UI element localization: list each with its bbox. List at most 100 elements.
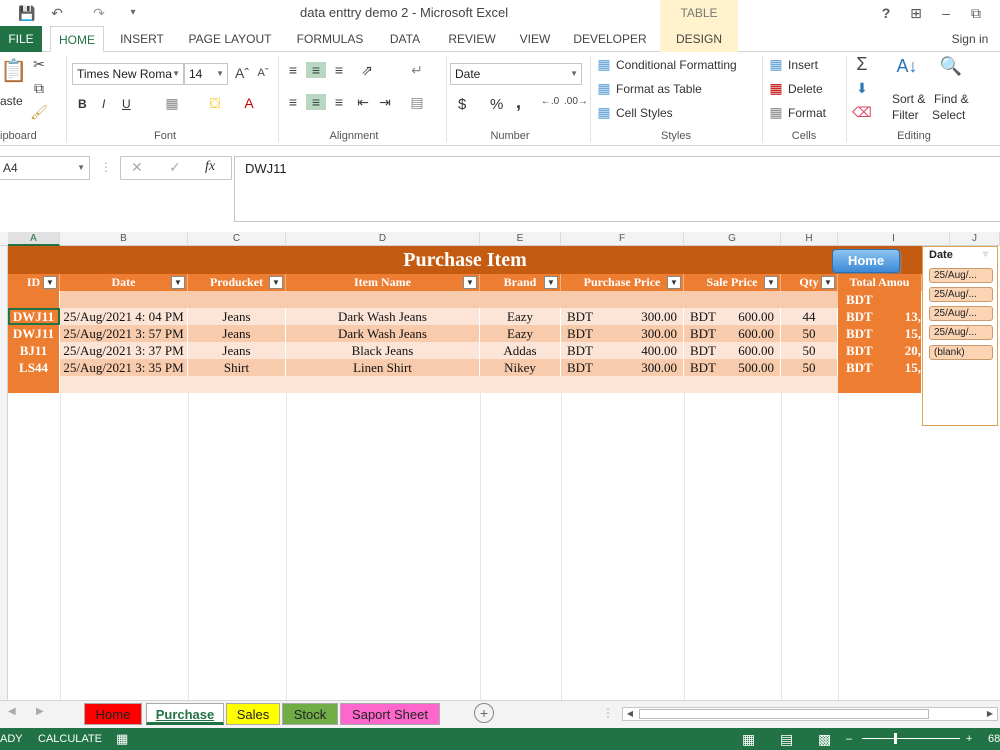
scroll-right-arrow-icon[interactable]: ▶ (983, 708, 997, 720)
cell-id[interactable]: DWJ11 (8, 308, 60, 325)
new-sheet-icon[interactable]: + (474, 703, 494, 723)
cell-qty[interactable]: 50 (781, 325, 838, 342)
slicer-item[interactable]: 25/Aug/... (929, 287, 993, 302)
filter-dropdown-icon[interactable]: ▼ (544, 276, 558, 289)
cell-total[interactable] (838, 376, 922, 393)
sheet-tab-purchase[interactable]: Purchase (146, 703, 224, 725)
zoom-slider[interactable] (862, 738, 960, 739)
number-format-combo[interactable]: Date ▼ (450, 63, 582, 85)
filter-dropdown-icon[interactable]: ▼ (269, 276, 283, 289)
format-cells-button[interactable]: Format (788, 106, 826, 120)
cell-brand[interactable]: Eazy (480, 308, 561, 325)
cell-date[interactable]: 25/Aug/2021 3: 37 PM (60, 342, 188, 359)
conditional-formatting-icon[interactable]: ▦ (596, 56, 612, 73)
cancel-icon[interactable]: ✕ (131, 159, 143, 176)
wrap-text-icon[interactable]: ↵ (408, 62, 426, 79)
column-header-d[interactable]: D (286, 232, 480, 246)
fill-color-icon[interactable]: ⛋ (206, 95, 224, 112)
filter-dropdown-icon[interactable]: ▼ (171, 276, 185, 289)
align-right-icon[interactable]: ≡ (330, 94, 348, 110)
clear-icon[interactable]: ⌫ (852, 104, 872, 121)
font-size-combo[interactable]: 14 ▼ (184, 63, 228, 85)
filter-dropdown-icon[interactable]: ▼ (667, 276, 681, 289)
table-row[interactable] (8, 376, 922, 393)
merge-center-icon[interactable]: ▤ (408, 94, 426, 111)
tab-review[interactable]: REVIEW (444, 26, 500, 52)
cell-id[interactable]: DWJ11 (8, 325, 60, 342)
slicer-item[interactable]: 25/Aug/... (929, 306, 993, 321)
cell-purchase-price[interactable]: BDT 400.00 (561, 342, 684, 359)
sheet-tab-home[interactable]: Home (84, 703, 142, 725)
tab-view[interactable]: VIEW (514, 26, 556, 52)
cell-total[interactable]: BDT 15, (838, 359, 922, 376)
table-row[interactable]: DWJ11 25/Aug/2021 4: 04 PM Jeans Dark Wa… (8, 308, 922, 325)
increase-decimal-icon[interactable]: ←.0 (540, 96, 560, 107)
format-as-table-button[interactable]: Format as Table (616, 82, 702, 96)
cell-brand[interactable]: Nikey (480, 359, 561, 376)
scroll-left-arrow-icon[interactable]: ◀ (623, 708, 637, 720)
column-header-c[interactable]: C (188, 232, 286, 246)
sheet-tab-sales[interactable]: Sales (226, 703, 280, 725)
zoom-out-icon[interactable]: – (846, 728, 852, 750)
cell-id[interactable]: BJ11 (8, 342, 60, 359)
cell-item-name[interactable]: Dark Wash Jeans (286, 325, 480, 342)
paste-label[interactable]: aste (0, 94, 23, 108)
cell-product[interactable]: Jeans (188, 342, 286, 359)
column-header-g[interactable]: G (684, 232, 781, 246)
cell-total[interactable]: BDT 15, (838, 325, 922, 342)
orientation-icon[interactable]: ⇗ (356, 62, 378, 79)
align-bottom-icon[interactable]: ≡ (330, 62, 348, 78)
scrollbar-thumb[interactable] (639, 709, 929, 719)
undo-icon[interactable]: ↶ (48, 4, 66, 22)
cell-item-name[interactable]: Black Jeans (286, 342, 480, 359)
table-row[interactable]: BDT (8, 291, 922, 308)
cell-id[interactable]: LS44 (8, 359, 60, 376)
cell-qty[interactable]: 44 (781, 308, 838, 325)
tab-developer[interactable]: DEVELOPER (570, 26, 650, 52)
italic-button[interactable]: I (102, 97, 105, 111)
align-center-icon[interactable]: ≡ (306, 94, 326, 110)
percent-button[interactable]: % (490, 96, 503, 113)
decrease-decimal-icon[interactable]: .00→ (564, 96, 588, 107)
cell-item-name[interactable]: Dark Wash Jeans (286, 308, 480, 325)
cell-brand[interactable]: Eazy (480, 325, 561, 342)
paste-icon[interactable]: 📋 (0, 58, 27, 84)
formula-input[interactable]: DWJ11 (234, 156, 1000, 222)
tab-home[interactable]: HOME (50, 26, 104, 52)
column-header-e[interactable]: E (480, 232, 561, 246)
underline-button[interactable]: U (122, 97, 131, 111)
name-box[interactable]: A4 ▼ (0, 156, 90, 180)
sheet-tab-stock[interactable]: Stock (282, 703, 338, 725)
page-layout-view-icon[interactable]: ▤ (780, 728, 793, 750)
copy-icon[interactable]: ⧉ (30, 80, 48, 97)
sign-in-link[interactable]: Sign in (944, 26, 996, 52)
cell-product[interactable]: Jeans (188, 325, 286, 342)
tab-data[interactable]: DATA (382, 26, 428, 52)
format-as-table-icon[interactable]: ▦ (596, 80, 612, 97)
column-header-j[interactable]: J (950, 232, 1000, 246)
cell-purchase-price[interactable]: BDT 300.00 (561, 308, 684, 325)
sort-filter-label-1[interactable]: Sort & (892, 92, 925, 106)
zoom-level[interactable]: 68 (988, 728, 1000, 750)
insert-cells-button[interactable]: Insert (788, 58, 818, 72)
insert-cells-icon[interactable]: ▦ (768, 56, 784, 73)
tab-insert[interactable]: INSERT (116, 26, 168, 52)
delete-cells-icon[interactable]: ▦ (768, 80, 784, 97)
restore-icon[interactable]: ⧉ (966, 3, 986, 23)
sort-filter-icon[interactable]: A↓ (892, 56, 922, 77)
decrease-indent-icon[interactable]: ⇤ (354, 94, 372, 111)
slicer-item[interactable]: 25/Aug/... (929, 325, 993, 340)
filter-dropdown-icon[interactable]: ▼ (821, 276, 835, 289)
column-header-a[interactable]: A (8, 232, 60, 246)
cell-purchase-price[interactable]: BDT 300.00 (561, 325, 684, 342)
cell-sale-price[interactable]: BDT 600.00 (684, 325, 781, 342)
column-header-i[interactable]: I (838, 232, 950, 246)
zoom-slider-thumb[interactable] (894, 733, 897, 744)
horizontal-scrollbar[interactable]: ◀ ▶ (622, 707, 998, 721)
comma-button[interactable]: , (516, 92, 521, 113)
cell-total[interactable]: BDT 20, (838, 342, 922, 359)
cell-purchase-price[interactable]: BDT 300.00 (561, 359, 684, 376)
tab-splitter-icon[interactable]: ⋮ (602, 706, 614, 720)
scroll-left-icon[interactable]: ◀ (8, 706, 16, 717)
redo-icon[interactable]: ↷ (90, 4, 108, 22)
